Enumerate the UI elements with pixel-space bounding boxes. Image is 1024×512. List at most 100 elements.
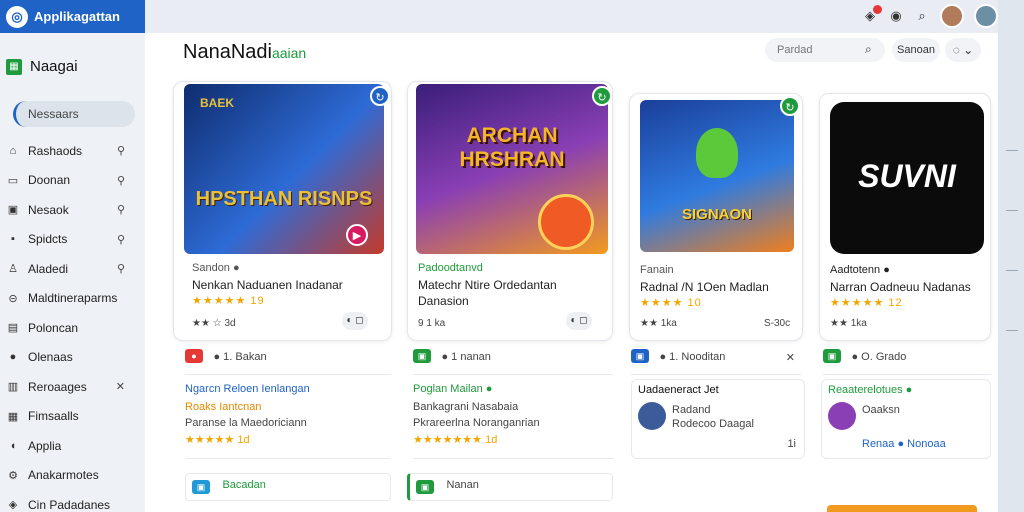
- avatar: [638, 402, 666, 430]
- play-icon[interactable]: ▶: [346, 224, 368, 246]
- sidebar-item[interactable]: ⊝ Maldtineraparms: [0, 284, 145, 314]
- pin-icon[interactable]: ⚲: [117, 262, 125, 275]
- list-item[interactable]: ▣ Bacadan: [185, 473, 391, 501]
- card-title: Radnal /N 1Oen Madlan: [640, 280, 769, 294]
- main-panel: NanaNadiaaian ⌕ Sanoan ◌ ⌄ BAEK HPSTHAN …: [145, 33, 998, 512]
- sidebar-item[interactable]: ⚙ Anakarmotes: [0, 461, 145, 491]
- scroll-tick: [1006, 330, 1018, 331]
- sidebar-item[interactable]: ▪ Spidcts ⚲: [0, 225, 145, 255]
- app-card[interactable]: ARCHAN HRSHRAN ↻ Padoodtanvd Matechr Nti…: [407, 81, 613, 341]
- card-title: Matechr Ntire Ordedantan: [418, 278, 557, 292]
- sidebar-item-label: Poloncan: [28, 320, 79, 335]
- sidebar-nav: ⌂ Rashaods ⚲ ▭ Doonan ⚲ ▣ Nesaok ⚲ ▪ Spidcts ⚲ ♙…: [0, 136, 145, 512]
- avatar-secondary[interactable]: [974, 4, 998, 28]
- pin-icon[interactable]: ⚲: [117, 203, 125, 216]
- page-title: NanaNadiaaian: [183, 41, 307, 63]
- card-subtitle: Padoodtanvd: [418, 262, 483, 274]
- app-badge-icon: ▣: [631, 348, 649, 363]
- avatar: [828, 402, 856, 430]
- monitor-icon: ▣: [7, 204, 19, 217]
- sidebar-item-active[interactable]: Nessaars: [13, 101, 135, 127]
- list-item[interactable]: ▣ Nanan: [407, 473, 613, 501]
- box-icon: ▪: [11, 233, 15, 246]
- search-icon[interactable]: ⌕: [865, 42, 872, 57]
- app-card[interactable]: SUVNI Aadtotenn ● Narran Oadneuu Nadanas…: [819, 93, 991, 341]
- right-scroll-strip[interactable]: [998, 0, 1024, 512]
- sidebar: ◎ Applikagattan ▦ Naagai Nessaars ⌂ Rasha…: [0, 0, 145, 512]
- sidebar-item[interactable]: ⌂ Rashaods ⚲: [0, 136, 145, 166]
- card-meta: ★★ ☆ 3d: [192, 318, 236, 329]
- app-artwork: SUVNI: [830, 102, 984, 254]
- sidebar-item[interactable]: ◖ Applia: [0, 431, 145, 461]
- row-subtitle: Bankagrani Nasabaia: [413, 401, 519, 413]
- card-action-icon[interactable]: ◐ ◻: [342, 312, 368, 330]
- app-badge-icon: ▣: [192, 480, 210, 494]
- folder-icon: ▭: [7, 174, 19, 187]
- sidebar-item[interactable]: ▭ Doonan ⚲: [0, 166, 145, 196]
- search-icon[interactable]: ⌕: [914, 8, 930, 24]
- row-meta: Bacadan: [222, 479, 266, 492]
- row-meta: ● 1. Bakan: [213, 351, 267, 363]
- scroll-tick: [1006, 210, 1018, 211]
- app-card[interactable]: SIGNAON ↻ Fanain Radnal /N 1Oen Madlan ★…: [629, 93, 803, 341]
- list-item[interactable]: ● ● 1. Bakan: [185, 347, 391, 375]
- sidebar-item[interactable]: ◈ Cin Padadanes: [0, 490, 145, 512]
- sidebar-item-label: Reroaages: [28, 379, 87, 394]
- sidebar-item-label: Doonan: [28, 173, 71, 188]
- list-item[interactable]: Poglan Mailan ● Bankagrani Nasabaia Pkra…: [413, 379, 613, 459]
- pin-icon[interactable]: ⚲: [117, 233, 125, 246]
- sidebar-item-label: Olenaas: [28, 350, 73, 365]
- sidebar-item[interactable]: ▣ Nesaok ⚲: [0, 195, 145, 225]
- card-action-icon[interactable]: ◐ ◻: [566, 312, 592, 330]
- list-item[interactable]: ▣ ● 1. Nooditan ✕: [631, 347, 801, 375]
- sidebar-item[interactable]: ▤ Poloncan: [0, 313, 145, 343]
- calendar-icon: ▤: [7, 322, 19, 335]
- filter-button[interactable]: Sanoan: [892, 38, 940, 62]
- workspace-switcher[interactable]: ▦ Naagai: [6, 58, 78, 75]
- phone-icon: ◖: [9, 439, 17, 452]
- list-item[interactable]: ▣ ● 1 nanan: [413, 347, 613, 375]
- list-item[interactable]: Uadaeneract Jet Radand Rodecoo Daagal 1i: [631, 379, 805, 459]
- row-body: Pkrareerlna Noranganrian: [413, 417, 540, 429]
- sync-icon[interactable]: ↻: [370, 86, 390, 106]
- sidebar-item[interactable]: ▦ Fimsaalls: [0, 402, 145, 432]
- row-title: Reaaterelotues ●: [828, 384, 913, 396]
- sync-icon[interactable]: ↻: [592, 86, 612, 106]
- sidebar-item-label: Fimsaalls: [28, 409, 79, 424]
- app-card[interactable]: BAEK HPSTHAN RISNPS ↻ ▶ Sandon ● Nenkan …: [173, 81, 392, 341]
- row-title: Poglan Mailan ●: [413, 383, 493, 395]
- workspace-icon: ▦: [6, 58, 22, 75]
- chat-icon[interactable]: ◉: [888, 8, 904, 24]
- art-title: ARCHAN HRSHRAN: [459, 124, 565, 171]
- chart-icon: ▥: [7, 381, 19, 394]
- avatar[interactable]: [940, 4, 964, 28]
- pin-icon[interactable]: ⚲: [117, 174, 125, 187]
- tools-icon: ⚙: [8, 469, 18, 482]
- sidebar-item-label: Rashaods: [28, 143, 83, 158]
- close-icon[interactable]: ✕: [786, 351, 795, 364]
- art-top-text: BAEK: [200, 96, 235, 110]
- orange-banner-edge: [827, 505, 977, 512]
- app-brand-bar[interactable]: ◎ Applikagattan: [0, 0, 145, 33]
- sidebar-item-label: Aladedi: [28, 261, 69, 276]
- sync-icon[interactable]: ↻: [780, 96, 800, 116]
- card-meta: ★★ 1ka: [640, 318, 677, 329]
- card-title: Nenkan Naduanen Inadanar: [192, 278, 343, 292]
- sidebar-item[interactable]: ● Olenaas: [0, 343, 145, 373]
- list-item[interactable]: Ngarcn Reloen Ienlangan Roaks Iantcnan P…: [185, 379, 391, 459]
- sidebar-item[interactable]: ♙ Aladedi ⚲: [0, 254, 145, 284]
- close-icon[interactable]: ✕: [116, 380, 125, 393]
- row-subtitle: Oaaksn: [862, 404, 900, 416]
- list-item[interactable]: Reaaterelotues ● Oaaksn Renaa ● Nonoaa: [821, 379, 991, 459]
- mascot-icon: [696, 128, 738, 178]
- chat-dropdown-button[interactable]: ◌ ⌄: [945, 38, 981, 62]
- row-title: Ngarcn Reloen Ienlangan: [185, 383, 310, 395]
- sidebar-item[interactable]: ▥ Reroaages ✕: [0, 372, 145, 402]
- card-meta: ★★ 1ka: [830, 318, 867, 329]
- list-item[interactable]: ▣ ● O. Grado: [823, 347, 991, 375]
- sidebar-item-label: Anakarmotes: [28, 468, 99, 483]
- notification-icon[interactable]: ◈: [862, 5, 882, 24]
- workspace-name: Naagai: [30, 58, 78, 75]
- pin-icon[interactable]: ⚲: [117, 144, 125, 157]
- row-meta: ● 1. Nooditan: [659, 351, 726, 363]
